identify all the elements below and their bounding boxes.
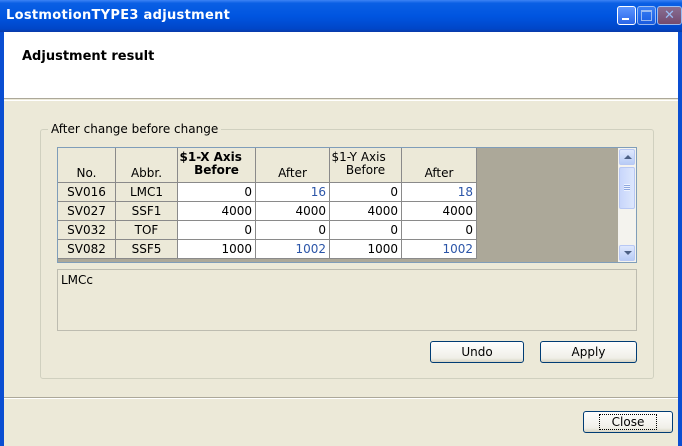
undo-button[interactable]: Undo (430, 341, 524, 363)
cell-y-after[interactable]: 4000 (402, 202, 477, 221)
column-header-abbr[interactable]: Abbr. (116, 148, 178, 183)
cell-y-before[interactable]: 0 (330, 183, 402, 202)
minimize-icon[interactable] (617, 6, 636, 25)
close-icon (657, 6, 682, 25)
scroll-thumb[interactable] (619, 167, 635, 209)
window-frame-right (678, 32, 682, 446)
parameter-grid: No. Abbr. $1-X Axis Before After $1-Y Ax… (57, 147, 637, 263)
column-header-y-after[interactable]: After (402, 148, 477, 183)
scroll-up-icon[interactable] (619, 149, 635, 165)
cell-y-before[interactable]: 4000 (330, 202, 402, 221)
grid-scrollbar[interactable] (618, 148, 636, 262)
column-header-y-before-line2: Before (345, 163, 386, 177)
title-bar: LostmotionTYPE3 adjustment (0, 0, 682, 32)
column-header-x-after[interactable]: After (256, 148, 330, 183)
column-header-no[interactable]: No. (58, 148, 116, 183)
page-title: Adjustment result (22, 49, 155, 64)
table-row-abbr[interactable]: SSF1 (116, 202, 178, 221)
apply-button[interactable]: Apply (540, 341, 637, 363)
column-header-x-before-line2: Before (194, 163, 239, 177)
table-row-no[interactable]: SV027 (58, 202, 116, 221)
table-row-no[interactable]: SV032 (58, 221, 116, 240)
column-header-x-before[interactable]: $1-X Axis Before (178, 148, 256, 183)
cell-x-before[interactable]: 1000 (178, 240, 256, 259)
window-title: LostmotionTYPE3 adjustment (6, 8, 231, 23)
cell-x-after[interactable]: 4000 (256, 202, 330, 221)
cell-x-after[interactable]: 16 (256, 183, 330, 202)
header-panel: Adjustment result (4, 32, 678, 99)
cell-x-before[interactable]: 0 (178, 183, 256, 202)
description-box: LMCc (57, 269, 637, 331)
groupbox-label: After change before change (48, 122, 222, 136)
cell-y-before[interactable]: 0 (330, 221, 402, 240)
cell-x-after[interactable]: 1002 (256, 240, 330, 259)
maximize-icon (637, 6, 656, 25)
column-header-y-before[interactable]: $1-Y Axis Before (330, 148, 402, 183)
description-text: LMCc (61, 273, 94, 287)
cell-y-after[interactable]: 1002 (402, 240, 477, 259)
close-button[interactable]: Close (583, 411, 673, 433)
header-divider (4, 100, 678, 101)
cell-x-before[interactable]: 4000 (178, 202, 256, 221)
cell-x-before[interactable]: 0 (178, 221, 256, 240)
table-row-abbr[interactable]: LMC1 (116, 183, 178, 202)
table-row-no[interactable]: SV082 (58, 240, 116, 259)
footer-divider (4, 397, 678, 399)
table-row-abbr[interactable]: TOF (116, 221, 178, 240)
cell-x-after[interactable]: 0 (256, 221, 330, 240)
table-row-abbr[interactable]: SSF5 (116, 240, 178, 259)
cell-y-before[interactable]: 1000 (330, 240, 402, 259)
scroll-down-icon[interactable] (619, 245, 635, 261)
cell-y-after[interactable]: 0 (402, 221, 477, 240)
table-row-no[interactable]: SV016 (58, 183, 116, 202)
close-button-label: Close (598, 414, 658, 430)
cell-y-after[interactable]: 18 (402, 183, 477, 202)
